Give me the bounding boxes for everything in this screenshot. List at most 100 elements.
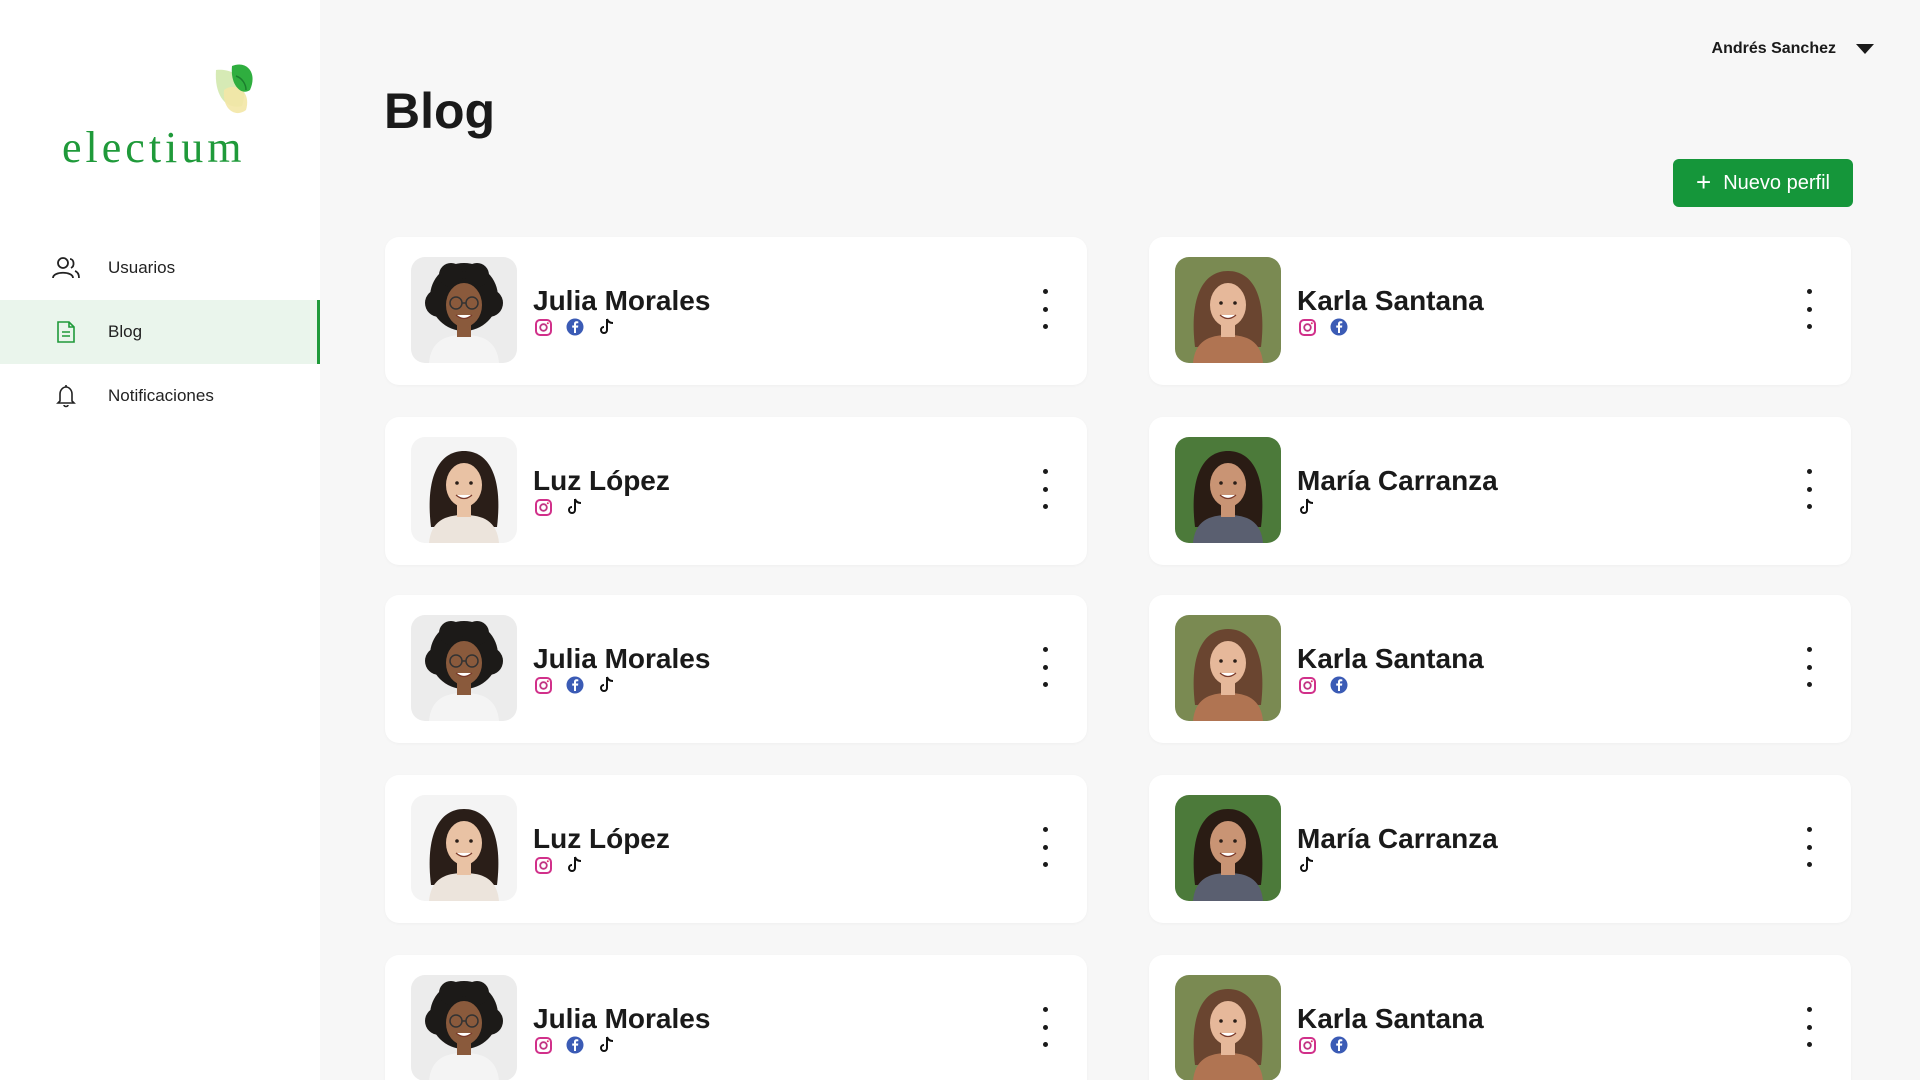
more-options-icon[interactable] <box>1039 469 1051 509</box>
tiktok-icon[interactable] <box>1297 855 1317 875</box>
tiktok-icon[interactable] <box>597 675 617 695</box>
kebab-dot <box>1806 324 1812 329</box>
kebab-dot <box>1042 1007 1048 1012</box>
social-links <box>533 317 617 337</box>
instagram-icon[interactable] <box>533 855 553 875</box>
profile-card[interactable]: Karla Santana <box>1149 237 1851 385</box>
kebab-dot <box>1042 324 1048 329</box>
instagram-icon[interactable] <box>1297 1035 1317 1055</box>
facebook-icon[interactable] <box>1329 317 1349 337</box>
more-options-icon[interactable] <box>1803 469 1815 509</box>
avatar <box>411 615 517 721</box>
avatar <box>411 437 517 543</box>
social-links <box>1297 1035 1349 1055</box>
tiktok-icon[interactable] <box>565 497 585 517</box>
more-options-icon[interactable] <box>1803 289 1815 329</box>
instagram-icon[interactable] <box>1297 317 1317 337</box>
kebab-dot <box>1806 1024 1812 1030</box>
kebab-dot <box>1042 664 1048 670</box>
kebab-dot <box>1042 1024 1048 1030</box>
instagram-icon[interactable] <box>533 1035 553 1055</box>
facebook-icon[interactable] <box>1329 1035 1349 1055</box>
more-options-icon[interactable] <box>1039 827 1051 867</box>
sidebar-item-label: Blog <box>108 322 143 341</box>
sidebar-item-label: Notificaciones <box>108 386 214 405</box>
sidebar-nav: Usuarios Blog Notificaciones <box>0 236 320 428</box>
kebab-dot <box>1806 844 1812 850</box>
profile-card[interactable]: Karla Santana <box>1149 955 1851 1080</box>
social-links <box>533 675 617 695</box>
social-links <box>1297 497 1317 517</box>
avatar <box>1175 615 1281 721</box>
instagram-icon[interactable] <box>533 317 553 337</box>
social-links <box>533 1035 617 1055</box>
kebab-dot <box>1806 664 1812 670</box>
sidebar: electium Usuarios Blog Notificaciones <box>0 0 320 1080</box>
facebook-icon[interactable] <box>565 675 585 695</box>
kebab-dot <box>1042 844 1048 850</box>
profile-card[interactable]: Luz López <box>385 417 1087 565</box>
profile-card[interactable]: María Carranza <box>1149 417 1851 565</box>
plus-icon: + <box>1696 166 1712 197</box>
tiktok-icon[interactable] <box>1297 497 1317 517</box>
kebab-dot <box>1806 306 1812 312</box>
profile-name: Karla Santana <box>1297 643 1484 674</box>
kebab-dot <box>1806 682 1812 687</box>
sidebar-item-notificaciones[interactable]: Notificaciones <box>0 364 320 428</box>
social-links <box>1297 317 1349 337</box>
kebab-dot <box>1042 647 1048 652</box>
user-menu[interactable]: Andrés Sanchez <box>1712 40 1874 58</box>
profile-name: María Carranza <box>1297 465 1498 496</box>
sidebar-item-label: Usuarios <box>108 258 176 277</box>
sidebar-item-blog[interactable]: Blog <box>0 300 320 364</box>
social-links <box>1297 675 1349 695</box>
facebook-icon[interactable] <box>565 1035 585 1055</box>
kebab-dot <box>1806 862 1812 867</box>
avatar <box>1175 257 1281 363</box>
kebab-dot <box>1806 289 1812 294</box>
more-options-icon[interactable] <box>1803 647 1815 687</box>
sidebar-item-usuarios[interactable]: Usuarios <box>0 236 320 300</box>
more-options-icon[interactable] <box>1039 647 1051 687</box>
profile-name: Luz López <box>533 465 670 496</box>
tiktok-icon[interactable] <box>597 1035 617 1055</box>
profile-card[interactable]: María Carranza <box>1149 775 1851 923</box>
kebab-dot <box>1042 682 1048 687</box>
instagram-icon[interactable] <box>1297 675 1317 695</box>
kebab-dot <box>1806 504 1812 509</box>
bell-icon <box>50 380 82 412</box>
social-links <box>533 497 585 517</box>
instagram-icon[interactable] <box>533 675 553 695</box>
kebab-dot <box>1806 1007 1812 1012</box>
kebab-dot <box>1042 469 1048 474</box>
profile-card[interactable]: Julia Morales <box>385 237 1087 385</box>
social-links <box>533 855 585 875</box>
avatar <box>411 795 517 901</box>
avatar <box>1175 795 1281 901</box>
electium-logo[interactable]: electium <box>62 60 262 172</box>
profile-card[interactable]: Julia Morales <box>385 595 1087 743</box>
avatar <box>411 975 517 1080</box>
kebab-dot <box>1806 469 1812 474</box>
instagram-icon[interactable] <box>533 497 553 517</box>
kebab-dot <box>1806 827 1812 832</box>
document-icon <box>50 316 82 348</box>
profile-name: Luz López <box>533 823 670 854</box>
tiktok-icon[interactable] <box>565 855 585 875</box>
more-options-icon[interactable] <box>1803 1007 1815 1047</box>
facebook-icon[interactable] <box>565 317 585 337</box>
more-options-icon[interactable] <box>1039 1007 1051 1047</box>
tiktok-icon[interactable] <box>597 317 617 337</box>
kebab-dot <box>1806 647 1812 652</box>
user-name: Andrés Sanchez <box>1711 40 1836 57</box>
new-profile-button[interactable]: + Nuevo perfil <box>1673 159 1853 207</box>
profile-name: Julia Morales <box>533 643 711 674</box>
more-options-icon[interactable] <box>1803 827 1815 867</box>
profile-card[interactable]: Luz López <box>385 775 1087 923</box>
avatar <box>1175 975 1281 1080</box>
profile-card[interactable]: Julia Morales <box>385 955 1087 1080</box>
facebook-icon[interactable] <box>1329 675 1349 695</box>
profile-card[interactable]: Karla Santana <box>1149 595 1851 743</box>
kebab-dot <box>1042 1042 1048 1047</box>
more-options-icon[interactable] <box>1039 289 1051 329</box>
